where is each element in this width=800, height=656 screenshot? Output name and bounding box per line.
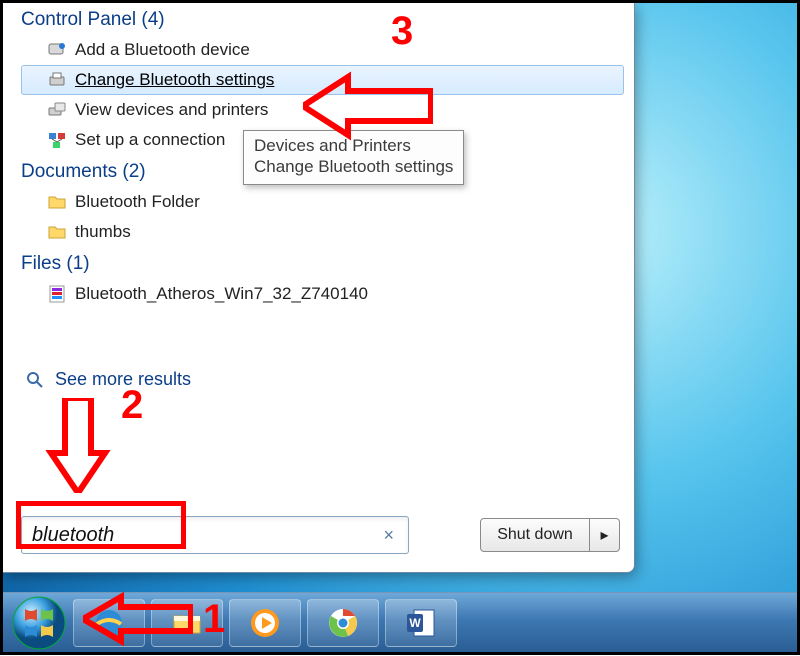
result-label: Bluetooth Folder <box>75 192 200 212</box>
result-add-bluetooth-device[interactable]: Add a Bluetooth device <box>21 35 624 65</box>
taskbar-word[interactable]: W <box>385 599 457 647</box>
chevron-right-icon: ▸ <box>600 525 608 545</box>
result-view-devices-printers[interactable]: View devices and printers <box>21 95 624 125</box>
result-label: Change Bluetooth settings <box>75 70 274 90</box>
folder-icon <box>47 222 67 242</box>
tooltip-line2: Change Bluetooth settings <box>254 156 453 177</box>
archive-icon <box>47 284 67 304</box>
result-label: View devices and printers <box>75 100 268 120</box>
result-label: thumbs <box>75 222 131 242</box>
group-header-files: Files (1) <box>21 253 624 275</box>
see-more-results[interactable]: See more results <box>21 369 624 390</box>
taskbar-ie[interactable] <box>73 599 145 647</box>
shutdown-split-button: Shut down ▸ <box>480 518 620 552</box>
taskbar-chrome[interactable] <box>307 599 379 647</box>
result-bluetooth-folder[interactable]: Bluetooth Folder <box>21 187 624 217</box>
printer-icon <box>47 70 67 90</box>
start-menu-bottom-row: × Shut down ▸ <box>21 516 620 554</box>
start-button[interactable] <box>11 595 67 651</box>
result-label: Set up a connection <box>75 130 225 150</box>
shutdown-button[interactable]: Shut down <box>480 518 590 552</box>
tooltip: Devices and Printers Change Bluetooth se… <box>243 130 464 185</box>
result-label: Bluetooth_Atheros_Win7_32_Z740140 <box>75 284 368 304</box>
group-header-control-panel: Control Panel (4) <box>21 9 624 31</box>
bluetooth-device-icon <box>47 40 67 60</box>
start-menu-search-panel: Control Panel (4) Add a Bluetooth device… <box>3 3 635 573</box>
documents-results: Bluetooth Folder thumbs <box>21 187 624 247</box>
see-more-label: See more results <box>55 369 191 390</box>
result-label: Add a Bluetooth device <box>75 40 250 60</box>
result-change-bluetooth-settings[interactable]: Change Bluetooth settings <box>21 65 624 95</box>
search-input[interactable] <box>32 524 379 547</box>
devices-printers-icon <box>47 100 67 120</box>
files-results: Bluetooth_Atheros_Win7_32_Z740140 <box>21 279 624 309</box>
shutdown-label: Shut down <box>497 526 573 544</box>
search-box[interactable]: × <box>21 516 409 554</box>
result-thumbs[interactable]: thumbs <box>21 217 624 247</box>
magnifier-icon <box>25 370 45 390</box>
taskbar-file-explorer[interactable] <box>151 599 223 647</box>
folder-icon <box>47 192 67 212</box>
svg-text:W: W <box>409 616 421 630</box>
clear-search-icon[interactable]: × <box>379 525 398 546</box>
taskbar-media-player[interactable] <box>229 599 301 647</box>
shutdown-options-arrow[interactable]: ▸ <box>590 518 620 552</box>
network-icon <box>47 130 67 150</box>
desktop-background: Control Panel (4) Add a Bluetooth device… <box>3 3 797 652</box>
taskbar: W <box>3 592 797 652</box>
tooltip-line1: Devices and Printers <box>254 135 453 156</box>
result-bluetooth-atheros[interactable]: Bluetooth_Atheros_Win7_32_Z740140 <box>21 279 624 309</box>
